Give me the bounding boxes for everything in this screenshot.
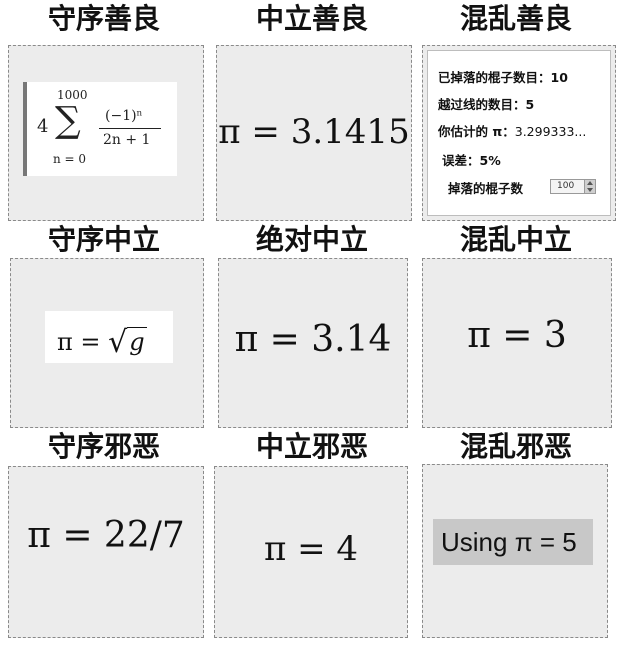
chevron-up-icon[interactable] (587, 181, 593, 185)
radicand: g (127, 327, 147, 356)
cell-neutral-good: π = 3.1415 (216, 45, 412, 221)
error-value: 5% (479, 153, 501, 168)
heading-lawful-evil: 守序邪恶 (47, 430, 160, 463)
estimate-label: 你估计的 π： (438, 124, 515, 139)
heading-lawful-good: 守序善良 (47, 2, 160, 35)
cell-lawful-neutral: π = √g (10, 258, 204, 428)
sqrt-lhs: π = (57, 328, 109, 356)
crossed-value: 5 (525, 97, 535, 112)
crossed-label: 越过线的数目： (438, 97, 526, 112)
error-label: 误差： (442, 153, 480, 168)
formula-fraction-bar (99, 128, 161, 129)
estimate-row: 你估计的 π：3.299333... (438, 121, 586, 140)
heading-chaotic-neutral: 混乱中立 (459, 223, 572, 256)
cell-lawful-good: 4 1000 ∑ n = 0 (−1)ⁿ 2n + 1 (8, 45, 204, 221)
dropped-value: 10 (550, 70, 568, 85)
cell-chaotic-neutral: π = 3 (422, 258, 612, 428)
sqrt-formula: π = √g (57, 323, 147, 360)
heading-lawful-neutral: 守序中立 (47, 223, 160, 256)
cell-chaotic-evil: Using π = 5 (422, 464, 608, 638)
heading-neutral-evil: 中立邪恶 (255, 430, 368, 463)
formula-numerator: (−1)ⁿ (105, 108, 143, 124)
error-row: 误差：5% (442, 150, 501, 169)
crossed-row: 越过线的数目：5 (438, 94, 534, 113)
cell-chaotic-good: 已掉落的棍子数目：10 越过线的数目：5 你估计的 π：3.299333... … (422, 45, 616, 221)
summation-formula: 4 1000 ∑ n = 0 (−1)ⁿ 2n + 1 (23, 82, 177, 176)
drop-count-label: 掉落的棍子数 (448, 181, 524, 196)
formula-lower-limit: n = 0 (53, 152, 87, 166)
formula-chaotic-evil: Using π = 5 (441, 527, 577, 557)
heading-true-neutral: 绝对中立 (255, 223, 368, 256)
stepper-arrows-icon[interactable] (584, 180, 595, 193)
heading-chaotic-evil: 混乱邪恶 (459, 430, 572, 463)
formula-true-neutral: π = 3.14 (234, 319, 392, 360)
buffon-needle-panel: 已掉落的棍子数目：10 越过线的数目：5 你估计的 π：3.299333... … (427, 50, 611, 216)
formula-coefficient: 4 (37, 116, 49, 137)
formula-neutral-evil: π = 4 (263, 529, 359, 569)
heading-neutral-good: 中立善良 (255, 2, 368, 35)
dropped-row: 已掉落的棍子数目：10 (438, 67, 568, 86)
formula-chaotic-neutral: π = 3 (467, 315, 567, 356)
drop-count-stepper[interactable]: 100 (550, 179, 596, 194)
chevron-down-icon[interactable] (587, 188, 593, 192)
formula-sigma: ∑ (55, 100, 81, 141)
drop-count-value: 100 (557, 181, 575, 191)
radical-symbol: √ (108, 325, 128, 360)
dropped-label: 已掉落的棍子数目： (438, 70, 551, 85)
formula-lawful-evil: π = 22/7 (27, 515, 185, 556)
cell-neutral-evil: π = 4 (214, 466, 408, 638)
formula-neutral-good: π = 3.1415 (218, 112, 410, 152)
sqrt-formula-box: π = √g (45, 311, 173, 363)
using-pi-label-box: Using π = 5 (433, 519, 593, 565)
heading-chaotic-good: 混乱善良 (459, 2, 572, 35)
cell-true-neutral: π = 3.14 (218, 258, 408, 428)
estimate-value: 3.299333... (514, 124, 587, 139)
cell-lawful-evil: π = 22/7 (8, 466, 204, 638)
formula-denominator: 2n + 1 (103, 132, 151, 148)
